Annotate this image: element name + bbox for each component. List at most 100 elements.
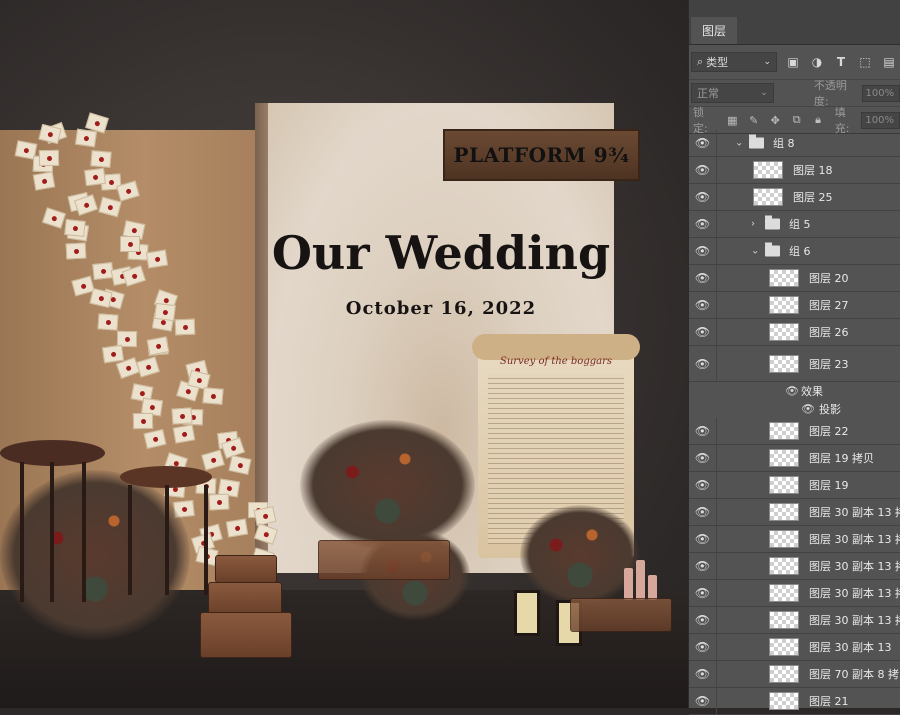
layer-row[interactable]: 👁︎图层 30 副本 13 bbox=[689, 634, 900, 661]
wooden-crate bbox=[570, 598, 672, 632]
layer-name: 图层 30 副本 13 拷 bbox=[809, 531, 900, 547]
layer-name: 图层 18 bbox=[793, 162, 833, 178]
layer-row[interactable]: 👁︎图层 30 副本 13 拷 bbox=[689, 580, 900, 607]
visibility-eye-icon[interactable]: 👁︎ bbox=[785, 385, 799, 398]
layer-row[interactable]: 👁︎ 图层 30 副本 13 拷 bbox=[689, 526, 900, 553]
layer-name: 图层 30 副本 13 拷 bbox=[809, 612, 900, 628]
layer-thumbnail bbox=[753, 188, 783, 206]
layer-row[interactable]: 👁︎图层 20 bbox=[689, 265, 900, 292]
visibility-eye-icon[interactable]: 👁︎ bbox=[689, 499, 717, 525]
layer-row[interactable]: 👁︎图层 21 bbox=[689, 688, 900, 715]
layer-row[interactable]: 👁︎图层 26 bbox=[689, 319, 900, 346]
lock-all-icon[interactable]: 🔒︎ bbox=[811, 113, 824, 127]
layer-row[interactable]: 👁︎ 图层 23 bbox=[689, 346, 900, 382]
layer-row[interactable]: 👁︎图层 25 bbox=[689, 184, 900, 211]
chevron-right-icon[interactable]: › bbox=[751, 219, 755, 230]
visibility-eye-icon[interactable]: 👁︎ bbox=[689, 553, 717, 579]
adjustment-filter-icon[interactable]: ◑ bbox=[809, 54, 825, 70]
visibility-eye-icon[interactable]: 👁︎ bbox=[689, 418, 717, 444]
chevron-down-icon: ⌄ bbox=[760, 88, 768, 98]
lock-artboard-icon[interactable]: ⧉ bbox=[790, 113, 803, 127]
folder-icon bbox=[749, 138, 764, 149]
layer-row[interactable]: 👁︎图层 19 拷贝 bbox=[689, 445, 900, 472]
candle bbox=[636, 560, 645, 600]
type-filter-icon[interactable]: T bbox=[833, 54, 849, 70]
envelope bbox=[172, 424, 194, 443]
document-canvas[interactable]: PLATFORM 9¾ Our Wedding October 16, 2022… bbox=[0, 0, 688, 708]
tab-layers[interactable]: 图层 bbox=[691, 17, 737, 44]
envelope bbox=[202, 387, 223, 405]
lock-position-icon[interactable]: ✥ bbox=[769, 113, 782, 127]
layer-row[interactable]: 👁︎ 图层 30 副本 13 拷 bbox=[689, 607, 900, 634]
visibility-eye-icon[interactable]: 👁︎ bbox=[689, 265, 717, 291]
lock-transparent-icon[interactable]: ▦ bbox=[726, 113, 739, 127]
layer-name: 组 6 bbox=[789, 243, 811, 259]
layers-panel: 图层 ⌕ 类型 ⌄ ▣ ◑ T ⬚ ▤ 正常 ⌄ 不透明度: 100% 锁定: … bbox=[688, 0, 900, 708]
opacity-input[interactable]: 100% bbox=[862, 85, 900, 102]
layer-row[interactable]: 👁︎图层 22 bbox=[689, 418, 900, 445]
layer-thumbnail bbox=[769, 476, 799, 494]
envelope bbox=[175, 319, 196, 336]
visibility-eye-icon[interactable]: 👁︎ bbox=[689, 526, 717, 552]
visibility-eye-icon[interactable]: 👁︎ bbox=[689, 319, 717, 345]
visibility-eye-icon[interactable]: 👁︎ bbox=[689, 661, 717, 687]
visibility-eye-icon[interactable]: 👁︎ bbox=[689, 472, 717, 498]
visibility-eye-icon[interactable]: 👁︎ bbox=[689, 211, 717, 237]
chevron-down-icon: ⌄ bbox=[763, 57, 771, 67]
suitcase bbox=[215, 555, 277, 583]
visibility-eye-icon[interactable]: 👁︎ bbox=[689, 607, 717, 633]
layer-name: 图层 27 bbox=[809, 297, 849, 313]
fill-input[interactable]: 100% bbox=[861, 112, 900, 129]
image-filter-icon[interactable]: ▣ bbox=[785, 54, 801, 70]
effect-drop-shadow-row[interactable]: 👁︎投影 bbox=[689, 400, 900, 418]
layer-row[interactable]: 👁︎图层 70 副本 8 拷 bbox=[689, 661, 900, 688]
visibility-eye-icon[interactable]: 👁︎ bbox=[689, 346, 717, 381]
visibility-eye-icon[interactable]: 👁︎ bbox=[689, 157, 717, 183]
panel-tab-bar: 图层 bbox=[689, 0, 900, 45]
layer-group-row[interactable]: 👁︎ ⌄ 组 6 bbox=[689, 238, 900, 265]
visibility-eye-icon[interactable]: 👁︎ bbox=[801, 403, 815, 416]
visibility-eye-icon[interactable]: 👁︎ bbox=[689, 445, 717, 471]
lock-image-icon[interactable]: ✎ bbox=[747, 113, 760, 127]
effects-label: 效果 bbox=[801, 383, 823, 399]
layer-row[interactable]: 👁︎图层 30 副本 13 拷 bbox=[689, 553, 900, 580]
visibility-eye-icon[interactable]: 👁︎ bbox=[689, 292, 717, 318]
filter-type-value: 类型 bbox=[706, 54, 728, 70]
chevron-down-icon[interactable]: ⌄ bbox=[751, 246, 759, 257]
candle bbox=[648, 575, 657, 600]
layer-name: 组 8 bbox=[773, 135, 795, 151]
layer-thumbnail bbox=[769, 323, 799, 341]
envelope bbox=[65, 243, 86, 260]
effects-row[interactable]: 👁︎效果 bbox=[689, 382, 900, 400]
envelope bbox=[90, 150, 111, 168]
layer-thumbnail bbox=[769, 638, 799, 656]
envelope bbox=[120, 236, 140, 252]
layer-row[interactable]: 👁︎图层 30 副本 13 拷 bbox=[689, 499, 900, 526]
envelope bbox=[64, 219, 86, 237]
visibility-eye-icon[interactable]: 👁︎ bbox=[689, 634, 717, 660]
layer-row[interactable]: 👁︎图层 19 bbox=[689, 472, 900, 499]
layer-row[interactable]: 👁︎ 图层 18 bbox=[689, 157, 900, 184]
scroll-title: Survey of the boggars bbox=[482, 356, 630, 367]
blend-mode-select[interactable]: 正常 ⌄ bbox=[691, 83, 774, 103]
visibility-eye-icon[interactable]: 👁︎ bbox=[689, 580, 717, 606]
layer-thumbnail bbox=[769, 449, 799, 467]
layer-name: 图层 23 bbox=[809, 356, 849, 372]
smart-object-filter-icon[interactable]: ▤ bbox=[881, 54, 897, 70]
layer-group-row[interactable]: 👁︎ ⌄ 组 8 bbox=[689, 130, 900, 157]
layer-thumbnail bbox=[769, 530, 799, 548]
layer-thumbnail bbox=[753, 161, 783, 179]
chevron-down-icon[interactable]: ⌄ bbox=[735, 138, 743, 149]
stool-leg bbox=[165, 485, 169, 595]
blend-mode-value: 正常 bbox=[697, 85, 719, 101]
envelope bbox=[209, 493, 230, 510]
visibility-eye-icon[interactable]: 👁︎ bbox=[689, 184, 717, 210]
table-leg bbox=[82, 462, 86, 602]
layer-group-row[interactable]: 👁︎›组 5 bbox=[689, 211, 900, 238]
visibility-eye-icon[interactable]: 👁︎ bbox=[689, 130, 717, 156]
layer-row[interactable]: 👁︎ 图层 27 bbox=[689, 292, 900, 319]
visibility-eye-icon[interactable]: 👁︎ bbox=[689, 238, 717, 264]
shape-filter-icon[interactable]: ⬚ bbox=[857, 54, 873, 70]
filter-type-select[interactable]: ⌕ 类型 ⌄ bbox=[691, 52, 777, 72]
visibility-eye-icon[interactable]: 👁︎ bbox=[689, 688, 717, 714]
